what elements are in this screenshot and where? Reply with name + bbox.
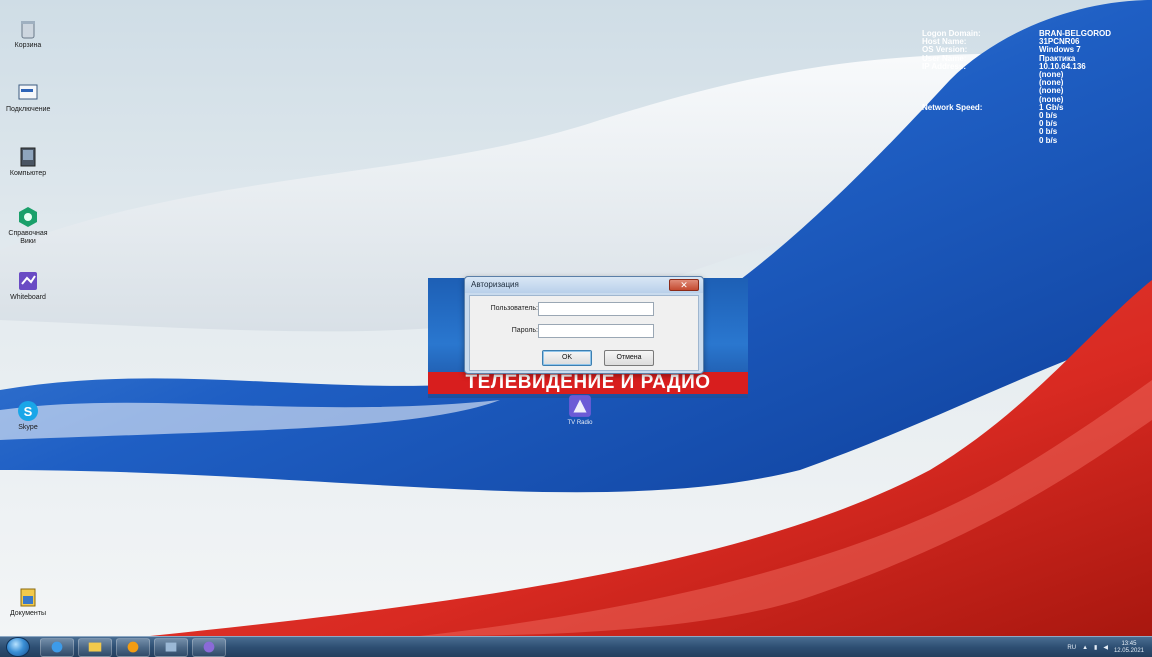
desktop-icon-label: Подключение (6, 106, 51, 113)
sysinfo-key: Network Speed: (922, 102, 983, 112)
ok-button[interactable]: OK (542, 350, 592, 366)
desktop-icon-whiteboard[interactable]: Whiteboard (6, 270, 50, 302)
language-indicator[interactable]: RU (1067, 645, 1076, 651)
login-dialog: Авторизация ✕ Пользователь: Пароль: OK О… (464, 276, 704, 374)
bginfo-system-info: Logon Domain: BRAN-BELGOROD Host Name: 31PC… (922, 29, 1142, 145)
desktop-icon-skype[interactable]: S Skype (6, 400, 50, 432)
wiki-icon (19, 207, 37, 227)
clock-time: 13:45 (1121, 640, 1137, 647)
taskbar-app-button[interactable] (154, 638, 188, 657)
media-player-icon (127, 641, 139, 653)
password-field-row: Пароль: (470, 324, 698, 338)
sysinfo-row: Network Speed: 1 Gb/s (922, 102, 1142, 112)
banner-title: ТЕЛЕВИДЕНИЕ И РАДИО (428, 372, 748, 394)
sysinfo-value: 0 b/s (1039, 135, 1058, 145)
taskbar-media-button[interactable] (116, 638, 150, 657)
svg-text:S: S (24, 404, 33, 419)
desktop-icon-label: Справочная Вики (8, 230, 48, 245)
sysinfo-key (922, 112, 1039, 120)
sysinfo-row: 0 b/s (922, 128, 1142, 136)
whiteboard-icon (19, 272, 37, 290)
desktop-icon-label: Документы (9, 610, 47, 617)
cancel-button[interactable]: Отмена (604, 350, 654, 366)
sysinfo-key: IP Address: (922, 61, 967, 71)
tv-radio-app-icon (569, 395, 591, 417)
sysinfo-key (922, 79, 1039, 87)
computer-icon (20, 147, 36, 167)
sysinfo-row: IP Address: 10.10.64.136 (922, 61, 1142, 71)
desktop-icon-wiki[interactable]: Справочная Вики (6, 206, 50, 246)
taskbar: RU ▲ ▮ ◀ 13:45 12.05.2021 (0, 636, 1152, 657)
folder-icon (88, 642, 102, 652)
desktop-icon-tv-radio[interactable]: TV Radio (560, 394, 600, 426)
desktop-icon-computer[interactable]: Компьютер (6, 146, 50, 178)
app-icon (165, 642, 177, 652)
sysinfo-row: (none) (922, 70, 1142, 79)
skype-icon: S (18, 401, 38, 421)
recycle-bin-icon (21, 21, 35, 39)
desktop-icon-documents[interactable]: Документы (6, 586, 50, 618)
sysinfo-row: (none) (922, 87, 1142, 95)
sysinfo-key (922, 120, 1039, 128)
dialog-title: Авторизация (465, 277, 703, 293)
user-input[interactable] (538, 302, 654, 316)
internet-explorer-icon (51, 641, 63, 653)
start-button[interactable] (6, 637, 30, 657)
desktop-icon-recycle-bin[interactable]: Корзина (6, 18, 50, 50)
taskbar-ie-button[interactable] (40, 638, 74, 657)
taskbar-explorer-button[interactable] (78, 638, 112, 657)
password-label: Пароль: (511, 327, 538, 334)
desktop-icon-label: Корзина (14, 42, 42, 49)
show-hidden-icons-icon[interactable]: ▲ (1082, 645, 1088, 651)
system-tray: RU ▲ ▮ ◀ 13:45 12.05.2021 (1067, 639, 1144, 656)
taskbar-tv-radio-button[interactable] (192, 638, 226, 657)
sysinfo-key (922, 128, 1039, 136)
remote-desktop-icon (18, 84, 38, 100)
desktop-icon-label: Whiteboard (10, 294, 46, 301)
sysinfo-row: (none) (922, 79, 1142, 87)
password-input[interactable] (538, 324, 654, 338)
close-button[interactable]: ✕ (669, 279, 699, 291)
folder-icon (20, 588, 36, 607)
desktop-icon-label: Skype (18, 424, 38, 431)
desktop-icon-label: Компьютер (9, 170, 47, 177)
clock[interactable]: 13:45 12.05.2021 (1114, 641, 1144, 655)
user-field-row: Пользователь: (470, 302, 698, 316)
sysinfo-row: 0 b/s (922, 135, 1142, 145)
clock-date: 12.05.2021 (1113, 647, 1144, 654)
sysinfo-key (922, 71, 1039, 79)
tv-radio-app-icon (203, 641, 215, 653)
desktop-icon-label: TV Radio (567, 420, 593, 426)
sysinfo-key (922, 87, 1039, 95)
desktop: Корзина Подключение Компьютер Справочная… (0, 0, 1152, 636)
sysinfo-row: 0 b/s (922, 120, 1142, 128)
network-icon[interactable]: ▮ (1094, 644, 1097, 651)
volume-icon[interactable]: ◀ (1103, 644, 1108, 651)
user-label: Пользователь: (490, 305, 538, 312)
sysinfo-row: 0 b/s (922, 111, 1142, 120)
dialog-body: Пользователь: Пароль: OK Отмена (469, 295, 699, 371)
desktop-icon-connection[interactable]: Подключение (6, 82, 50, 114)
sysinfo-key (922, 137, 1039, 145)
